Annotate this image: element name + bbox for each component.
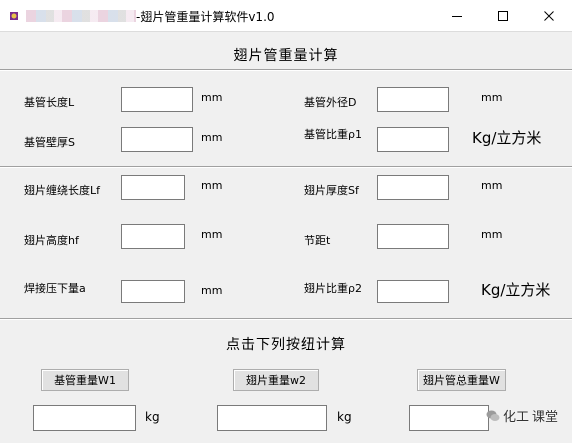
base-outer-diameter-label: 基管外径D	[304, 96, 357, 109]
fin-length-label: 翅片缠绕长度Lf	[24, 184, 101, 197]
base-length-unit: mm	[201, 91, 223, 104]
minimize-icon	[452, 16, 462, 17]
fin-weight-result[interactable]	[217, 405, 327, 431]
window-title: -翅片管重量计算软件v1.0	[136, 10, 275, 24]
total-weight-button[interactable]: 翅片管总重量W	[417, 369, 506, 391]
divider	[0, 166, 572, 168]
maximize-icon	[498, 11, 508, 21]
fin-height-input[interactable]	[121, 224, 185, 249]
base-density-unit: Kg/立方米	[472, 129, 542, 147]
base-weight-button[interactable]: 基管重量W1	[41, 369, 129, 391]
base-weight-unit: kg	[145, 410, 160, 424]
base-weight-result[interactable]	[33, 405, 136, 431]
fin-thickness-input[interactable]	[377, 175, 449, 200]
divider	[0, 318, 572, 320]
watermark-text: 化工	[503, 410, 530, 425]
minimize-button[interactable]	[434, 0, 480, 32]
section-header-buttons: 点击下列按纽计算	[226, 337, 346, 353]
weld-press-label: 焊接压下量a	[24, 282, 86, 295]
watermark: 化工 课堂	[486, 406, 558, 425]
base-wall-label: 基管壁厚S	[24, 136, 75, 149]
pitch-label: 节距t	[304, 234, 331, 247]
obscured-title-region	[26, 10, 136, 22]
watermark-text-tail: 课堂	[532, 410, 559, 425]
section-header-calc: 翅片管重量计算	[233, 48, 339, 64]
fin-length-unit: mm	[201, 179, 223, 192]
close-button[interactable]	[526, 0, 572, 32]
pitch-unit: mm	[481, 228, 503, 241]
fin-length-input[interactable]	[121, 175, 185, 200]
base-wall-unit: mm	[201, 131, 223, 144]
base-density-label: 基管比重ρ1	[304, 128, 362, 141]
fin-weight-unit: kg	[337, 410, 352, 424]
fin-height-label: 翅片高度hf	[24, 234, 79, 247]
base-length-input[interactable]	[121, 87, 193, 112]
fin-thickness-label: 翅片厚度Sf	[304, 184, 359, 197]
base-wall-input[interactable]	[121, 127, 193, 152]
app-icon	[10, 12, 18, 20]
pitch-input[interactable]	[377, 224, 449, 249]
divider	[0, 69, 572, 71]
fin-density-unit: Kg/立方米	[481, 281, 551, 299]
weld-press-input[interactable]	[121, 280, 185, 303]
total-weight-result[interactable]	[409, 405, 489, 431]
base-length-label: 基管长度L	[24, 96, 75, 109]
fin-weight-button[interactable]: 翅片重量w2	[233, 369, 319, 391]
fin-height-unit: mm	[201, 228, 223, 241]
base-density-input[interactable]	[377, 127, 449, 152]
base-outer-diameter-input[interactable]	[377, 87, 449, 112]
maximize-button[interactable]	[480, 0, 526, 32]
close-icon	[544, 11, 554, 21]
fin-thickness-unit: mm	[481, 179, 503, 192]
base-outer-diameter-unit: mm	[481, 91, 503, 104]
weld-press-unit: mm	[201, 284, 223, 297]
fin-density-input[interactable]	[377, 280, 449, 303]
wechat-icon	[486, 410, 500, 421]
title-bar: -翅片管重量计算软件v1.0	[0, 0, 572, 32]
fin-density-label: 翅片比重ρ2	[304, 282, 362, 295]
